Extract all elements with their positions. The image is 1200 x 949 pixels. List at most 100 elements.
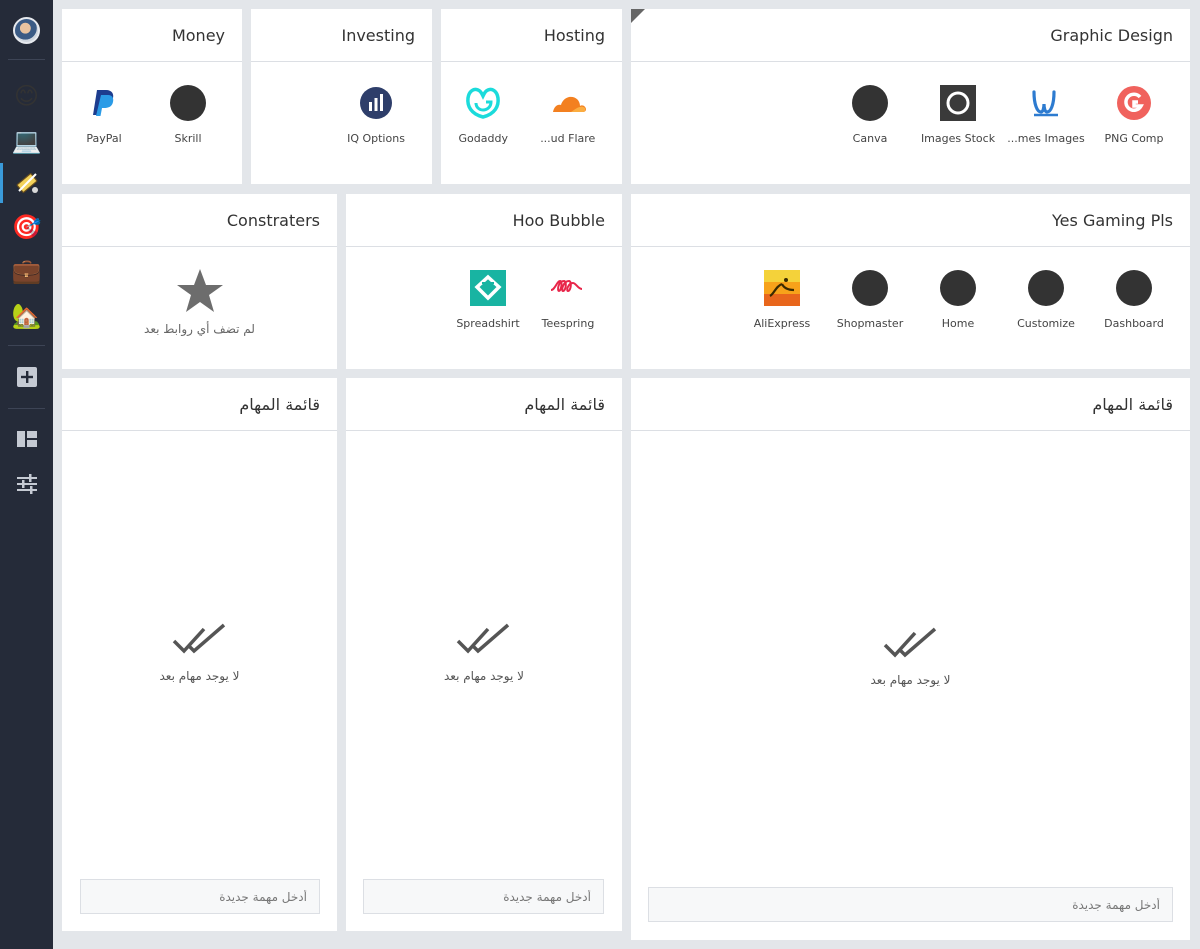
todo-empty-text: لا يوجد مهام بعد <box>159 669 240 683</box>
new-task-input[interactable] <box>648 887 1173 922</box>
paypal-icon <box>85 84 123 122</box>
double-check-icon <box>456 623 510 654</box>
w-logo-icon <box>1027 84 1065 122</box>
todo-empty-state: لا يوجد مهام بعد <box>62 623 337 683</box>
target-icon: 🎯 <box>11 213 42 241</box>
add-square-icon <box>16 367 37 387</box>
card-graphic-design: Graphic Design PNG Comp ...mes Images Im… <box>631 9 1190 184</box>
link-home[interactable]: Home <box>914 269 1002 330</box>
user-avatar <box>13 16 40 44</box>
link-label: Spreadshirt <box>456 317 520 330</box>
new-task-input[interactable] <box>80 879 320 914</box>
laptop-icon: 💻 <box>11 127 42 155</box>
link-label: Skrill <box>174 132 202 145</box>
png-comp-icon <box>1115 84 1153 122</box>
link-label: Canva <box>852 132 888 145</box>
card-header: قائمة المهام <box>62 378 337 431</box>
card-title: Yes Gaming Pls <box>1052 210 1173 230</box>
card-header: Yes Gaming Pls <box>631 194 1190 247</box>
link-aliexpress[interactable]: AliExpress <box>738 269 826 330</box>
link-iq-options[interactable]: IQ Options <box>332 84 420 145</box>
link-paypal[interactable]: PayPal <box>62 84 146 145</box>
skrill-icon <box>169 84 207 122</box>
iq-option-icon <box>357 84 395 122</box>
link-spreadshirt[interactable]: Spreadshirt <box>448 269 528 330</box>
link-list: IQ Options <box>251 84 432 145</box>
link-shopmaster[interactable]: Shopmaster <box>826 269 914 330</box>
card-title: قائمة المهام <box>239 394 320 414</box>
star-icon <box>176 269 223 312</box>
sidebar-item-avatar[interactable] <box>0 10 53 50</box>
link-dashboard[interactable]: Dashboard <box>1090 269 1178 330</box>
card-yes-gaming-pls: Yes Gaming Pls Dashboard Customize Home … <box>631 194 1190 369</box>
double-check-icon <box>172 623 225 654</box>
sidebar-item-settings[interactable] <box>0 464 53 504</box>
images-stock-icon <box>939 84 977 122</box>
link-cloudflare[interactable]: ...ud Flare <box>526 84 611 145</box>
link-label: IQ Options <box>347 132 405 145</box>
card-header: Investing <box>251 9 432 62</box>
todo-empty-text: لا يوجد مهام بعد <box>870 673 951 687</box>
link-list: ...ud Flare Godaddy <box>441 84 622 145</box>
shopmaster-link-icon <box>851 269 889 307</box>
card-header: قائمة المهام <box>631 378 1190 431</box>
todo-empty-state: لا يوجد مهام بعد <box>346 623 622 683</box>
link-godaddy[interactable]: Godaddy <box>441 84 526 145</box>
link-teespring[interactable]: Teespring <box>528 269 608 330</box>
link-label: ...mes Images <box>1007 132 1085 145</box>
card-todo-list: قائمة المهام لا يوجد مهام بعد <box>346 378 622 931</box>
card-header: Constraters <box>62 194 337 247</box>
card-investing: Investing IQ Options <box>251 9 432 184</box>
link-label: Dashboard <box>1104 317 1164 330</box>
godaddy-icon <box>464 84 502 122</box>
link-label: Images Stock <box>920 132 996 145</box>
sidebar: 😊 💻 🎯 💼 🏡 <box>0 0 53 949</box>
card-constraters: Constraters لم تضف أي روابط بعد <box>62 194 337 369</box>
link-customize[interactable]: Customize <box>1002 269 1090 330</box>
sidebar-item-house[interactable]: 🏡 <box>0 296 53 336</box>
sidebar-item-briefcase[interactable]: 💼 <box>0 251 53 291</box>
link-list: PNG Comp ...mes Images Images Stock Canv… <box>631 84 1190 145</box>
sidebar-divider <box>8 408 45 409</box>
link-label: Home <box>941 317 975 330</box>
card-header: قائمة المهام <box>346 378 622 431</box>
link-skrill[interactable]: Skrill <box>146 84 230 145</box>
spreadshirt-icon <box>469 269 507 307</box>
link-list: Teespring Spreadshirt <box>346 269 622 330</box>
sidebar-divider <box>8 345 45 346</box>
link-label: Customize <box>1017 317 1075 330</box>
card-title: Hosting <box>543 25 605 45</box>
link-label: PNG Comp <box>1104 132 1164 145</box>
card-title: Investing <box>341 25 415 45</box>
card-header: Graphic Design <box>631 9 1190 62</box>
sidebar-item-dashboard[interactable] <box>0 419 53 459</box>
new-task-input[interactable] <box>363 879 604 914</box>
sidebar-item-laptop[interactable]: 💻 <box>0 121 53 161</box>
link-canva[interactable]: Canva <box>826 84 914 145</box>
todo-empty-text: لا يوجد مهام بعد <box>443 669 524 683</box>
link-list: Skrill PayPal <box>62 84 242 145</box>
dashboard-grid-icon <box>16 431 37 447</box>
sidebar-item-target[interactable]: 🎯 <box>0 207 53 247</box>
card-title: Constraters <box>226 210 320 230</box>
card-title: Graphic Design <box>1050 25 1173 45</box>
card-hosting: Hosting ...ud Flare Godaddy <box>441 9 622 184</box>
card-title: قائمة المهام <box>1092 394 1173 414</box>
link-mes-images[interactable]: ...mes Images <box>1002 84 1090 145</box>
todo-empty-state: لا يوجد مهام بعد <box>631 627 1190 687</box>
canva-icon <box>851 84 889 122</box>
card-todo-list: قائمة المهام لا يوجد مهام بعد <box>62 378 337 931</box>
sidebar-item-tools[interactable] <box>0 163 53 203</box>
cloudflare-icon <box>549 84 587 122</box>
house-icon: 🏡 <box>11 302 42 330</box>
link-images-stock[interactable]: Images Stock <box>914 84 1002 145</box>
sidebar-item-smiley[interactable]: 😊 <box>0 76 53 116</box>
home-link-icon <box>939 269 977 307</box>
sidebar-divider <box>8 59 45 60</box>
link-png-comp[interactable]: PNG Comp <box>1090 84 1178 145</box>
card-corner-marker <box>631 9 645 23</box>
card-header: Money <box>62 9 242 62</box>
card-title: قائمة المهام <box>524 394 605 414</box>
sidebar-item-add[interactable] <box>0 357 53 397</box>
link-label: PayPal <box>86 132 122 145</box>
